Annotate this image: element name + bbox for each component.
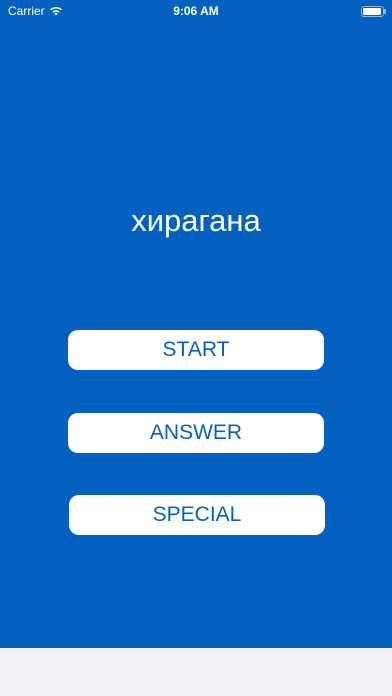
- start-button[interactable]: START: [68, 330, 324, 370]
- special-button[interactable]: SPECIAL: [69, 495, 325, 535]
- status-bar: Carrier 9:06 AM: [0, 0, 392, 22]
- bottom-area: [0, 648, 392, 696]
- status-time: 9:06 AM: [173, 4, 219, 18]
- answer-button[interactable]: ANSWER: [68, 413, 324, 453]
- battery-icon: [361, 6, 386, 17]
- app-title: хирагана: [131, 203, 261, 238]
